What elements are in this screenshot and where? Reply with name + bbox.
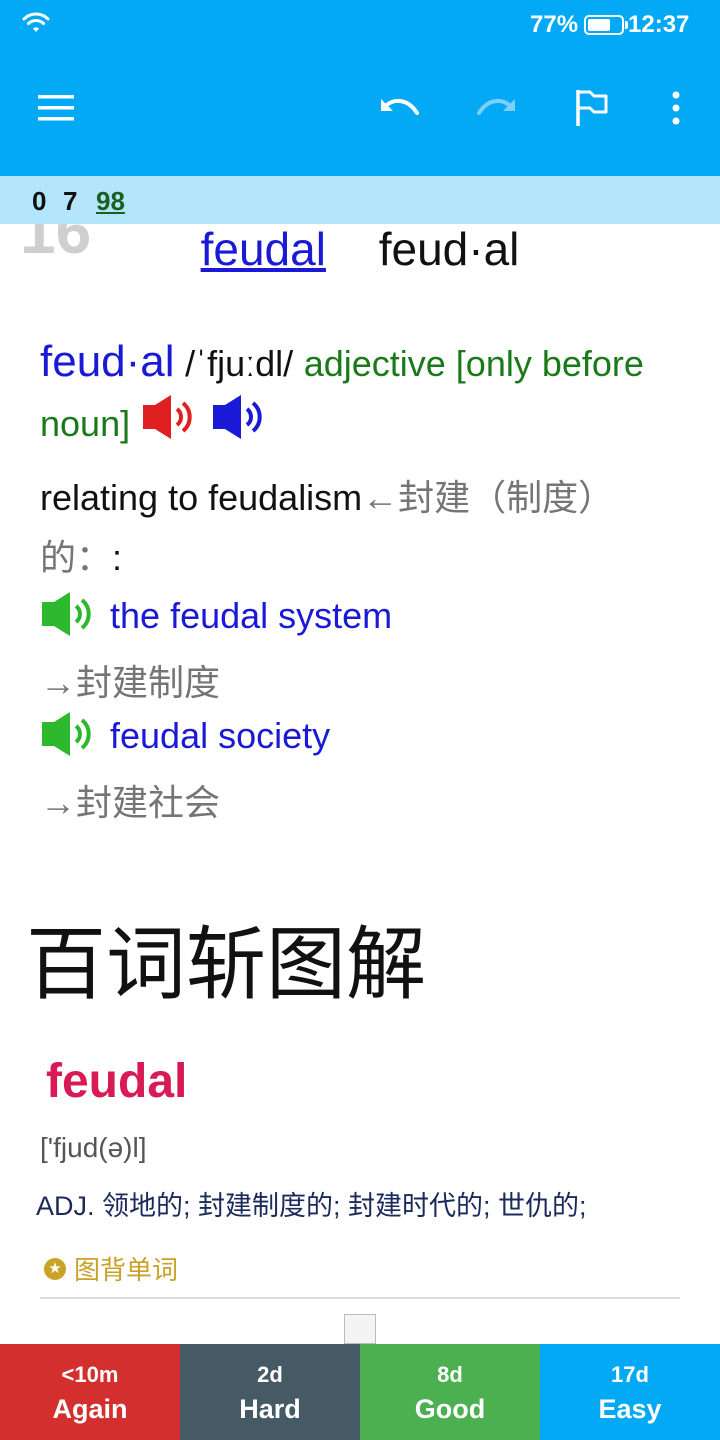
easy-label: Easy bbox=[598, 1394, 662, 1424]
undo-button[interactable] bbox=[374, 82, 426, 134]
review-count: 98 bbox=[96, 186, 125, 216]
menu-button[interactable] bbox=[30, 82, 82, 134]
menu-icon bbox=[38, 95, 74, 121]
clock: 12:37 bbox=[628, 11, 690, 38]
undo-icon bbox=[381, 99, 419, 115]
example-sentence: the feudal system bbox=[40, 592, 392, 645]
redo-button[interactable] bbox=[470, 82, 522, 134]
example-sentence: feudal society bbox=[40, 712, 330, 765]
again-interval: <10m bbox=[61, 1362, 119, 1387]
flag-button[interactable] bbox=[566, 82, 618, 134]
pronunciation: /ˈfjuːdl/ bbox=[185, 343, 294, 384]
new-count: 0 bbox=[32, 186, 47, 216]
flag-icon bbox=[576, 90, 608, 126]
baicizhan-word: feudal bbox=[46, 1055, 188, 1108]
answer-buttons: <10m Again 2d Hard 8d Good 17d Easy bbox=[0, 1344, 720, 1440]
easy-interval: 17d bbox=[611, 1362, 649, 1387]
definition-en: relating to feudalism bbox=[40, 477, 363, 518]
wifi-icon bbox=[22, 12, 50, 32]
battery-icon bbox=[584, 15, 628, 35]
due-counters: 0 7 98 bbox=[0, 176, 720, 224]
good-button[interactable]: 8d Good bbox=[360, 1344, 540, 1440]
definition: relating to feudalism←封建（制度）的：: bbox=[40, 468, 640, 588]
again-label: Again bbox=[52, 1394, 128, 1424]
card-front: feudal feud·al bbox=[0, 222, 720, 282]
definition-tail: : bbox=[112, 537, 123, 578]
baicizhan-definition: ADJ. 领地的; 封建制度的; 封建时代的; 世仇的; bbox=[36, 1191, 587, 1221]
again-button[interactable]: <10m Again bbox=[0, 1344, 180, 1440]
easy-button[interactable]: 17d Easy bbox=[540, 1344, 720, 1440]
example-en: feudal society bbox=[110, 715, 331, 757]
speaker-example-icon[interactable] bbox=[40, 712, 100, 765]
app-toolbar bbox=[0, 50, 720, 176]
divider bbox=[40, 1297, 680, 1299]
good-interval: 8d bbox=[437, 1362, 463, 1387]
front-word-link[interactable]: feudal bbox=[201, 223, 326, 275]
battery-percent: 77% bbox=[530, 11, 579, 38]
more-options-button[interactable] bbox=[650, 82, 702, 134]
front-syllables: feud·al bbox=[378, 223, 520, 275]
example-translation: →封建制度 bbox=[40, 662, 221, 703]
learning-count: 7 bbox=[63, 186, 78, 216]
good-label: Good bbox=[414, 1394, 486, 1424]
broken-image-icon bbox=[344, 1314, 376, 1344]
status-bar: 77% 12:37 bbox=[0, 0, 720, 50]
hard-label: Hard bbox=[239, 1394, 301, 1424]
speaker-example-icon[interactable] bbox=[40, 592, 100, 645]
section-title: 百词斩图解 bbox=[26, 918, 426, 1011]
more-vert-icon bbox=[672, 91, 680, 125]
star-icon: ★ bbox=[44, 1257, 66, 1280]
headword: feud·al bbox=[40, 337, 175, 386]
hard-button[interactable]: 2d Hard bbox=[180, 1344, 360, 1440]
example-translation: →封建社会 bbox=[40, 782, 221, 823]
speaker-us-icon[interactable] bbox=[211, 394, 271, 457]
dictionary-entry: feud·al /ˈfjuːdl/ adjective [only before… bbox=[40, 332, 680, 457]
study-link[interactable]: ★ 图背单词 bbox=[44, 1250, 178, 1287]
speaker-uk-icon[interactable] bbox=[141, 394, 201, 457]
redo-icon bbox=[477, 99, 515, 115]
hard-interval: 2d bbox=[257, 1362, 283, 1387]
baicizhan-phonetic: ['fjud(ə)l] bbox=[40, 1132, 147, 1163]
example-en: the feudal system bbox=[110, 595, 393, 637]
study-link-label: 图背单词 bbox=[74, 1255, 179, 1285]
